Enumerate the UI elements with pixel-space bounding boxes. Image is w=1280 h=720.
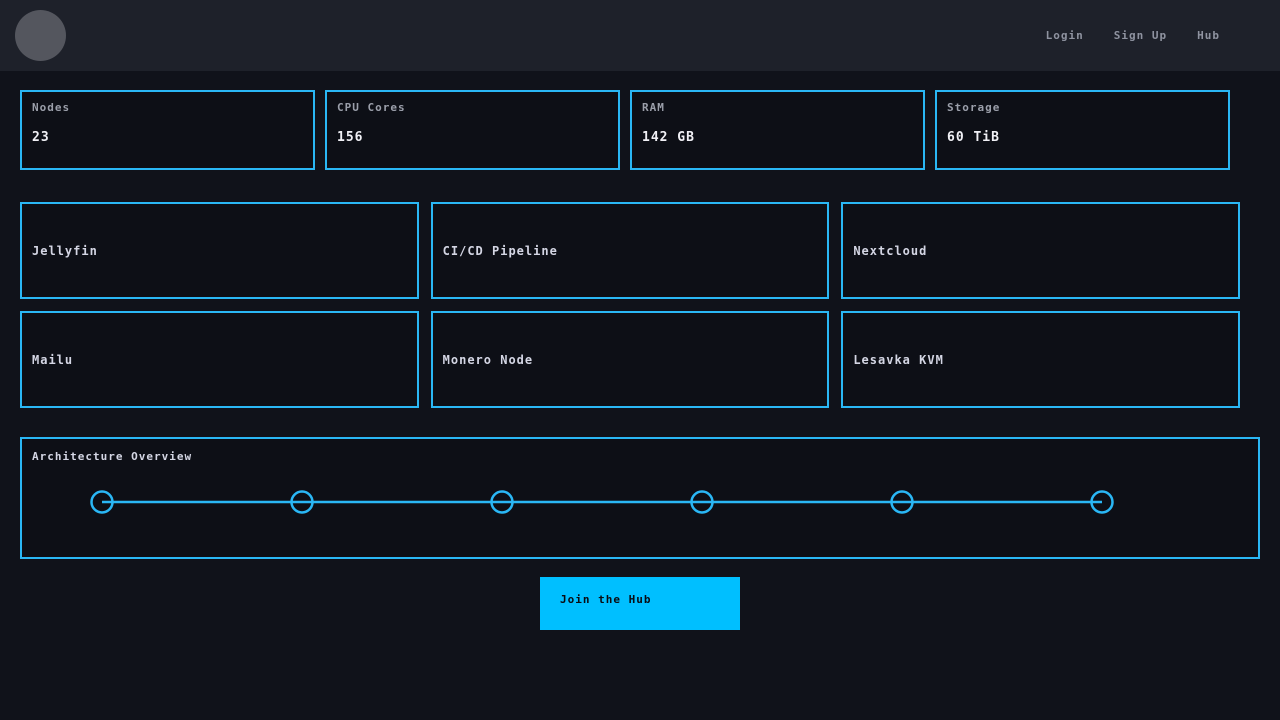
service-card-lesavka-kvm[interactable]: Lesavka KVM [841,311,1240,408]
architecture-diagram [22,439,1258,557]
stat-label: RAM [642,101,913,114]
service-card-mailu[interactable]: Mailu [20,311,419,408]
services-grid: Jellyfin CI/CD Pipeline Nextcloud Mailu … [20,202,1240,408]
stat-label: Storage [947,101,1218,114]
stat-card-nodes: Nodes 23 [20,90,315,170]
architecture-panel: Architecture Overview [20,437,1260,559]
stat-value: 142 GB [642,130,913,145]
navbar: Login Sign Up Hub [0,0,1280,71]
join-hub-button[interactable]: Join the Hub [540,577,740,630]
service-name: Jellyfin [32,244,98,258]
service-card-cicd-pipeline[interactable]: CI/CD Pipeline [431,202,830,299]
stat-value: 60 TiB [947,130,1218,145]
service-card-nextcloud[interactable]: Nextcloud [841,202,1240,299]
nav-link-hub[interactable]: Hub [1197,29,1220,42]
service-name: Monero Node [443,353,533,367]
stat-label: Nodes [32,101,303,114]
stats-row: Nodes 23 CPU Cores 156 RAM 142 GB Storag… [20,90,1230,170]
stat-card-ram: RAM 142 GB [630,90,925,170]
cta-wrap: Join the Hub [0,577,1280,630]
service-name: Nextcloud [853,244,927,258]
avatar[interactable] [15,10,66,61]
service-name: Mailu [32,353,73,367]
stat-card-cpu-cores: CPU Cores 156 [325,90,620,170]
nav-link-login[interactable]: Login [1046,29,1084,42]
service-card-jellyfin[interactable]: Jellyfin [20,202,419,299]
nav-links: Login Sign Up Hub [1016,29,1220,42]
service-name: CI/CD Pipeline [443,244,558,258]
stat-value: 156 [337,130,608,145]
stat-card-storage: Storage 60 TiB [935,90,1230,170]
service-card-monero-node[interactable]: Monero Node [431,311,830,408]
stat-value: 23 [32,130,303,145]
stat-label: CPU Cores [337,101,608,114]
service-name: Lesavka KVM [853,353,943,367]
nav-link-signup[interactable]: Sign Up [1114,29,1167,42]
